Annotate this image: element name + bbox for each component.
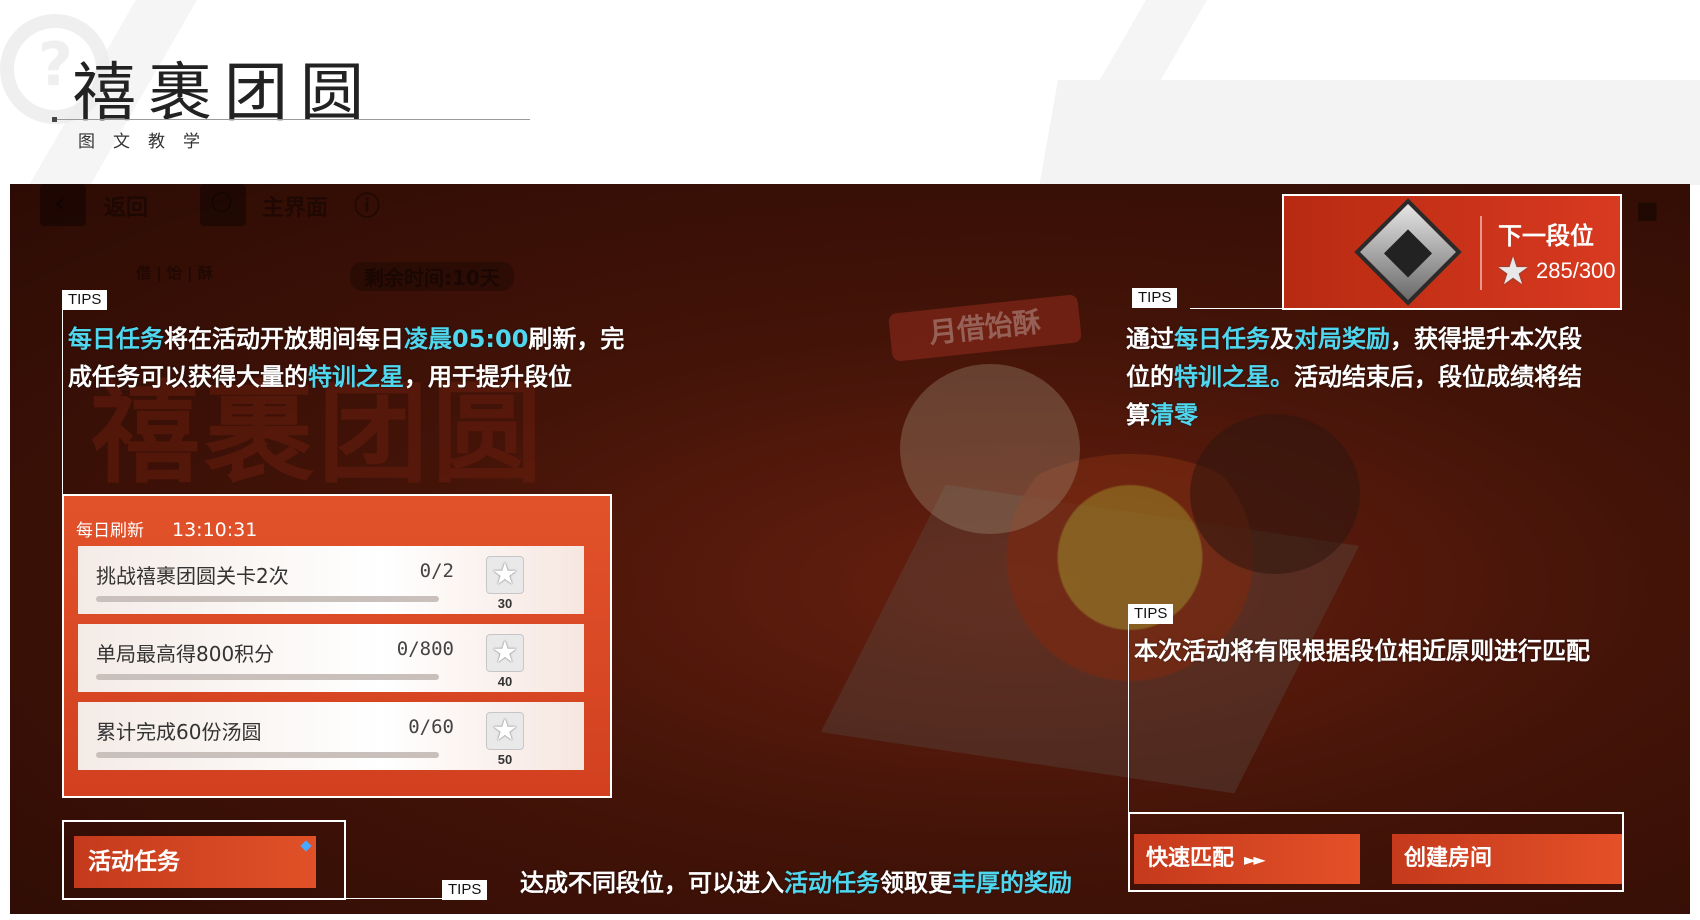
task-row[interactable]: 累计完成60份汤圆 0/60 ★ 50 [78,702,584,770]
tips-connector [346,898,442,899]
arrow-icon: ►► [1244,850,1266,869]
tips-label: TIPS [1132,288,1178,308]
task-name: 挑战禧裹团圆关卡2次 [96,564,289,588]
activity-task-button[interactable]: 活动任务 [74,836,316,888]
rank-widget[interactable]: 下一段位 ★ 285/300 [1282,194,1622,310]
home-icon: ○ [210,186,233,216]
quick-match-button[interactable]: 快速匹配 ►► [1134,834,1360,884]
title-underline [52,117,530,122]
task-row[interactable]: 单局最高得800积分 0/800 ★ 40 [78,624,584,692]
tip-daily-text: 每日任务将在活动开放期间每日凌晨05:00刷新，完 成任务可以获得大量的特训之星… [68,320,624,396]
tip-rank-text: 通过每日任务及对局奖励，获得提升本次段 位的特训之星。活动结束后，段位成绩将结 … [1126,320,1582,434]
star-reward-icon: ★ [486,634,524,672]
task-row[interactable]: 挑战禧裹团圆关卡2次 0/2 ★ 30 [78,546,584,614]
task-reward-amount: 30 [497,596,513,611]
tip-line: 成任务可以获得大量的特训之星，用于提升段位 [68,363,572,391]
tip-match-text: 本次活动将有限根据段位相近原则进行匹配 [1134,637,1590,665]
daily-refresh-header: 每日刷新 13:10:31 [76,519,258,541]
task-progress-bar [96,674,439,680]
refresh-timer: 13:10:31 [172,519,258,541]
back-label: 返回 [104,196,149,221]
star-icon: ★ [1496,249,1531,293]
next-rank-label: 下一段位 [1498,222,1594,250]
tip-line: 每日任务将在活动开放期间每日凌晨05:00刷新，完 [68,325,625,353]
divider [1480,216,1482,290]
star-reward-icon: ★ [486,556,524,594]
tips-label: TIPS [1128,604,1174,624]
task-progress: 0/800 [396,638,454,660]
event-tabs: 借 | 饴 | 酥 [136,264,213,282]
tip-line: 通过每日任务及对局奖励，获得提升本次段 [1126,325,1582,353]
info-icon[interactable]: ⓘ [354,186,380,223]
daily-task-panel: 每日刷新 13:10:31 挑战禧裹团圆关卡2次 0/2 ★ 30 单局最高得800积分 0… [62,494,612,798]
rank-score: 285/300 [1536,258,1616,283]
task-progress-bar [96,596,439,602]
tips-connector [1128,624,1129,812]
tip-reward-text: 达成不同段位，可以进入活动任务领取更丰厚的奖励 [520,869,1072,897]
home-label: 主界面 [262,196,329,221]
tips-connector [62,310,63,494]
task-progress: 0/60 [408,716,454,738]
header-background-shape [1030,80,1700,185]
task-progress-bar [96,752,439,758]
tips-label: TIPS [62,290,108,310]
tips-connector [1190,308,1282,309]
tips-label: TIPS [442,880,488,900]
rank-emblem-icon [1354,198,1462,306]
task-progress: 0/2 [419,560,454,582]
match-buttons-highlight: 快速匹配 ►► 创建房间 [1128,812,1624,892]
tip-line: 位的特训之星。活动结束后，段位成绩将结 [1126,363,1582,391]
task-name: 单局最高得800积分 [96,642,275,666]
activity-button-highlight: 活动任务 [62,820,346,900]
create-room-button[interactable]: 创建房间 [1392,834,1622,884]
page-title: 禧裹团圆 [72,57,376,131]
star-reward-icon: ★ [486,712,524,750]
task-reward-amount: 40 [497,674,513,689]
remaining-time: 剩余时间:10天 [350,262,514,291]
page-subtitle: 图文教学 [78,132,218,152]
tip-line: 算清零 [1126,401,1198,429]
warning-icon: ■ [1636,196,1659,224]
task-name: 累计完成60份汤圆 [96,720,262,744]
task-reward-amount: 50 [497,752,513,767]
back-icon: ‹ [54,186,66,219]
